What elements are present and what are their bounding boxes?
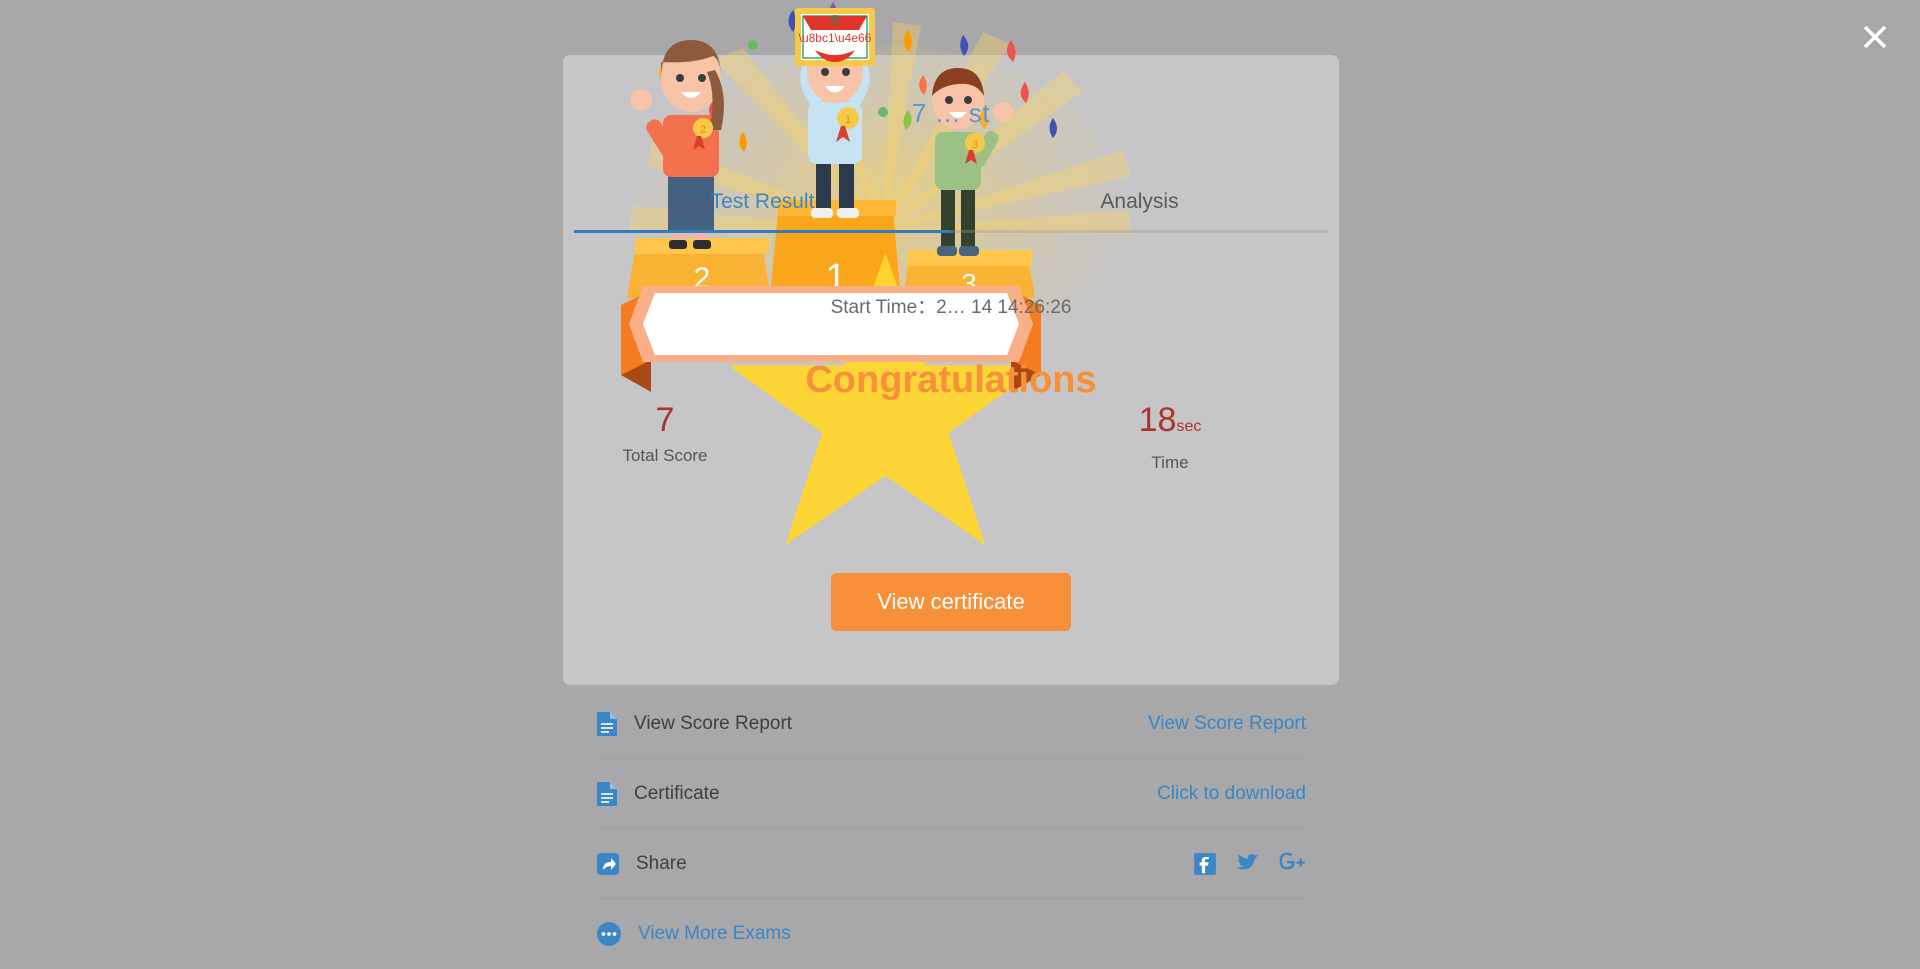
time-value: 18sec bbox=[1085, 400, 1255, 447]
document-icon bbox=[597, 711, 617, 736]
view-more-exams-link[interactable]: View More Exams bbox=[638, 923, 791, 945]
tab-analysis[interactable]: Analysis bbox=[951, 185, 1328, 230]
action-row-view-more-exams[interactable]: View More Exams bbox=[596, 899, 1306, 969]
close-icon bbox=[1863, 25, 1887, 49]
page-title: 7 … st bbox=[911, 98, 991, 128]
svg-text:\u8bc1\u4e66: \u8bc1\u4e66 bbox=[799, 31, 872, 45]
time-label: Time bbox=[1151, 453, 1189, 472]
view-certificate-button[interactable]: View certificate bbox=[831, 573, 1071, 631]
tab-active-underline bbox=[574, 230, 951, 233]
twitter-icon[interactable] bbox=[1234, 853, 1260, 875]
action-label: Certificate bbox=[634, 782, 720, 804]
time-number: 18 bbox=[1138, 401, 1177, 439]
action-row-view-score-report[interactable]: View Score Report View Score Report bbox=[596, 689, 1306, 759]
tab-underline-track bbox=[574, 230, 1328, 233]
result-tabs: Test Result Analysis bbox=[574, 185, 1328, 241]
google-plus-icon[interactable] bbox=[1276, 852, 1306, 876]
action-list: View Score Report View Score Report Cert… bbox=[596, 689, 1306, 969]
action-row-certificate[interactable]: Certificate Click to download bbox=[596, 759, 1306, 829]
certificate-download-link[interactable]: Click to download bbox=[1157, 783, 1306, 804]
action-label: Share bbox=[636, 852, 687, 874]
time-unit: sec bbox=[1176, 418, 1202, 435]
action-row-share[interactable]: Share bbox=[596, 829, 1306, 899]
total-score-label: Total Score bbox=[622, 446, 708, 465]
start-time-label: Start Time：2… 14 14:26:26 bbox=[830, 297, 1072, 318]
view-score-report-link[interactable]: View Score Report bbox=[1148, 713, 1306, 734]
document-icon bbox=[597, 781, 617, 806]
exam-result-modal: 2 1 3 2 1 \u8bc1\u4e66 3 Congratulations… bbox=[563, 0, 1339, 969]
total-score-value: 7 bbox=[655, 401, 675, 439]
facebook-icon[interactable] bbox=[1192, 851, 1218, 877]
congratulations-banner: Congratulations bbox=[805, 359, 1097, 401]
share-icon bbox=[597, 852, 619, 875]
action-label: View Score Report bbox=[634, 712, 793, 734]
stat-time: 18sec Time bbox=[1085, 400, 1255, 473]
social-share-set bbox=[1192, 851, 1306, 877]
tab-test-result[interactable]: Test Result bbox=[574, 185, 951, 230]
stat-total-score: 7 Total Score bbox=[580, 400, 750, 466]
close-button[interactable] bbox=[1852, 14, 1898, 60]
more-icon bbox=[597, 922, 621, 946]
